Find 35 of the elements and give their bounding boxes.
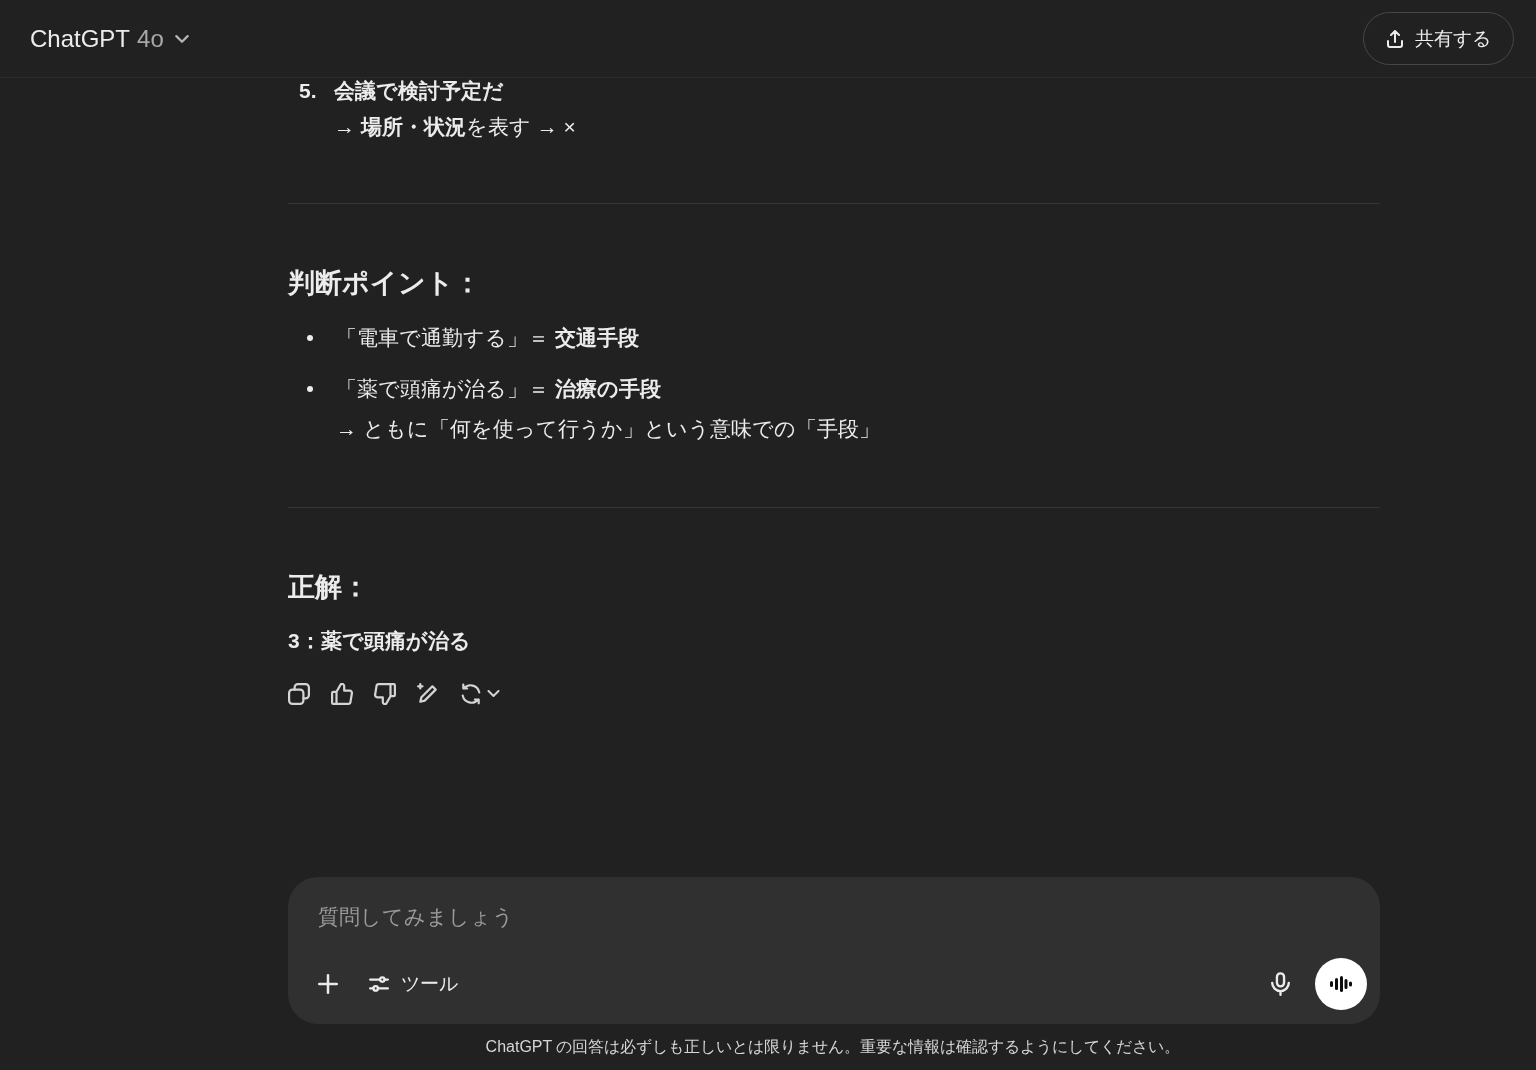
list-number: 5. (298, 78, 318, 104)
refresh-icon (460, 683, 482, 705)
microphone-icon (1271, 972, 1290, 996)
disclaimer-text: ChatGPT の回答は必ずしも正しいとは限りません。重要な情報は確認するようにしてください。 (485, 1036, 1181, 1057)
copy-button[interactable] (288, 682, 310, 706)
section-heading: 正解： (288, 571, 370, 604)
list-item-text: 会議で検討予定だ (334, 78, 505, 104)
voice-mode-button[interactable] (1315, 958, 1367, 1010)
section-heading: 判断ポイント： (288, 267, 482, 300)
microphone-button[interactable] (1271, 972, 1290, 996)
copy-icon (288, 683, 310, 705)
thumbs-down-icon (374, 683, 396, 705)
add-button[interactable] (318, 974, 338, 994)
regenerate-button[interactable] (460, 682, 500, 706)
tools-button[interactable]: ツール (369, 971, 458, 997)
chevron-down-icon (174, 35, 189, 44)
chevron-down-icon (487, 690, 500, 698)
bullet-icon (307, 386, 313, 392)
waveform-icon (1330, 976, 1352, 992)
bullet-text: 「薬で頭痛が治る」＝ 治療の手段 (336, 376, 662, 402)
list-item-note: → 場所・状況を表す → × (334, 114, 576, 140)
thumbs-up-icon (331, 683, 353, 705)
bullet-note: → ともに「何を使って行うか」という意味での「手段」 (336, 416, 880, 442)
thumbs-up-button[interactable] (331, 682, 353, 706)
thumbs-down-button[interactable] (374, 682, 396, 706)
bullet-text: 「電車で通勤する」＝ 交通手段 (336, 325, 639, 351)
sparkle-pencil-icon (417, 683, 439, 705)
bullet-icon (307, 335, 313, 341)
upload-icon (1386, 29, 1404, 48)
sliders-icon (369, 975, 389, 993)
message-input[interactable]: 質問してみましょう (318, 903, 918, 931)
plus-icon (318, 974, 338, 994)
edit-button[interactable] (417, 682, 439, 706)
answer-text: 3：薬で頭痛が治る (288, 628, 472, 654)
model-selector[interactable]: ChatGPT 4o (30, 24, 189, 53)
